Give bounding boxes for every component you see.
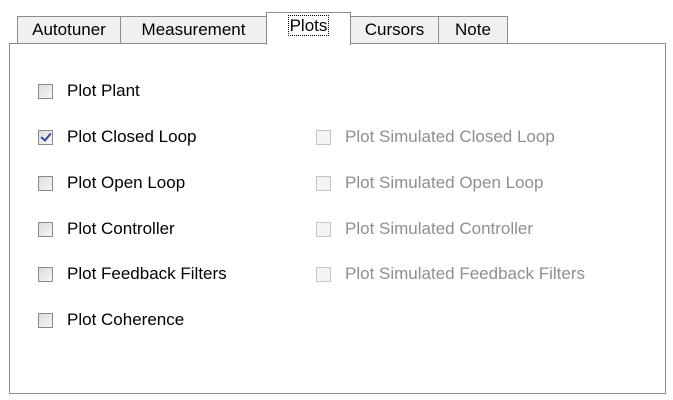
plot-open-loop-option[interactable]: Plot Open Loop bbox=[38, 172, 185, 194]
plot-simulated-open-loop-label: Plot Simulated Open Loop bbox=[345, 173, 544, 192]
plot-plant-option[interactable]: Plot Plant bbox=[38, 80, 140, 102]
plot-simulated-closed-loop-option: Plot Simulated Closed Loop bbox=[316, 126, 555, 148]
plot-simulated-closed-loop-label: Plot Simulated Closed Loop bbox=[345, 127, 555, 146]
tab-autotuner[interactable]: Autotuner bbox=[17, 16, 121, 43]
tab-measurement[interactable]: Measurement bbox=[120, 16, 267, 43]
tab-autotuner-label: Autotuner bbox=[32, 20, 106, 39]
plot-simulated-open-loop-checkbox bbox=[316, 175, 331, 191]
plot-closed-loop-option[interactable]: Plot Closed Loop bbox=[38, 126, 196, 148]
plot-plant-label: Plot Plant bbox=[67, 81, 140, 100]
tab-cursors[interactable]: Cursors bbox=[350, 16, 439, 43]
plot-simulated-feedback-filters-option: Plot Simulated Feedback Filters bbox=[316, 263, 585, 285]
plot-coherence-checkbox[interactable] bbox=[38, 312, 53, 328]
plot-plant-checkbox[interactable] bbox=[38, 83, 53, 99]
tab-plots-label: Plots bbox=[287, 15, 330, 36]
plot-closed-loop-label: Plot Closed Loop bbox=[67, 127, 197, 146]
plot-closed-loop-checkbox[interactable] bbox=[38, 129, 53, 145]
tab-cursors-label: Cursors bbox=[364, 20, 425, 39]
plot-simulated-controller-checkbox bbox=[316, 221, 331, 237]
plot-simulated-controller-label: Plot Simulated Controller bbox=[345, 219, 534, 238]
plot-simulated-closed-loop-checkbox bbox=[316, 129, 331, 145]
plot-controller-option[interactable]: Plot Controller bbox=[38, 218, 175, 240]
plot-controller-label: Plot Controller bbox=[67, 219, 175, 238]
tab-plots[interactable]: Plots bbox=[266, 12, 351, 45]
plot-simulated-feedback-filters-label: Plot Simulated Feedback Filters bbox=[345, 264, 585, 283]
tab-measurement-label: Measurement bbox=[141, 20, 246, 39]
plot-coherence-option[interactable]: Plot Coherence bbox=[38, 309, 184, 331]
tab-note-label: Note bbox=[455, 20, 491, 39]
plot-controller-checkbox[interactable] bbox=[38, 221, 53, 237]
plots-tab-panel: Plot Plant Plot Closed Loop Plot Open Lo… bbox=[9, 43, 666, 394]
plot-feedback-filters-checkbox[interactable] bbox=[38, 266, 53, 282]
plot-open-loop-label: Plot Open Loop bbox=[67, 173, 186, 192]
plot-simulated-feedback-filters-checkbox bbox=[316, 266, 331, 282]
plot-simulated-controller-option: Plot Simulated Controller bbox=[316, 218, 533, 240]
tab-strip: Autotuner Measurement Plots Cursors Note bbox=[17, 12, 667, 45]
tab-note[interactable]: Note bbox=[438, 16, 508, 43]
plot-coherence-label: Plot Coherence bbox=[67, 310, 185, 329]
plot-simulated-open-loop-option: Plot Simulated Open Loop bbox=[316, 172, 543, 194]
plot-feedback-filters-label: Plot Feedback Filters bbox=[67, 264, 227, 283]
plot-feedback-filters-option[interactable]: Plot Feedback Filters bbox=[38, 263, 227, 285]
plot-open-loop-checkbox[interactable] bbox=[38, 175, 53, 191]
